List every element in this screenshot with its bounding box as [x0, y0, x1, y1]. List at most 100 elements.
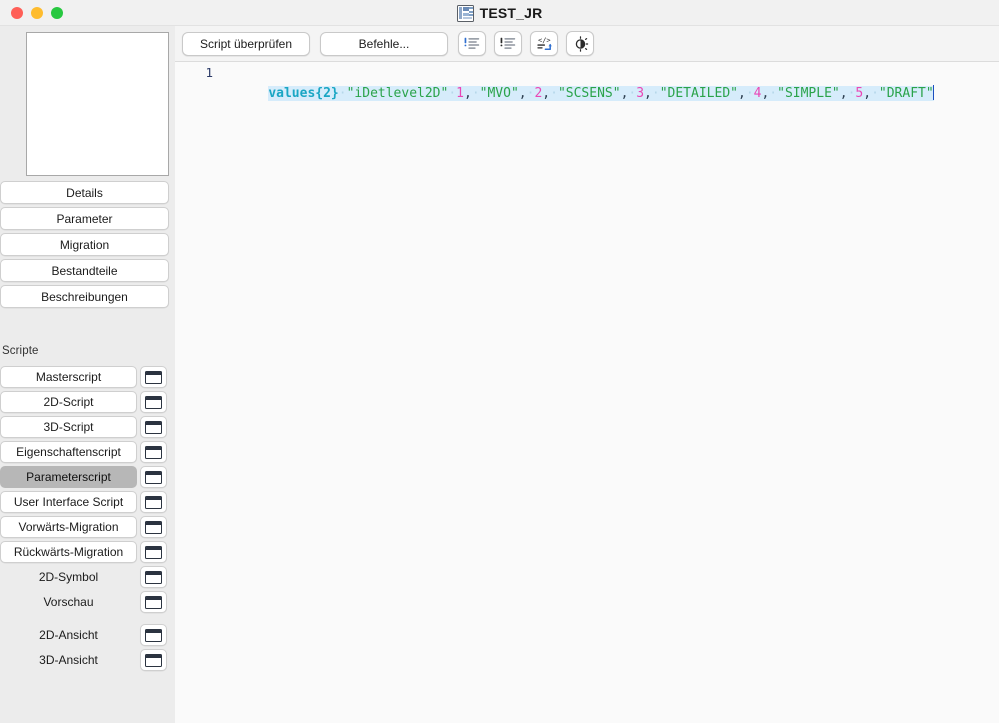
- window-titlebar: TEST_JR: [0, 0, 999, 26]
- window-icon: [145, 653, 162, 667]
- close-button[interactable]: [11, 6, 23, 19]
- window-icon: [145, 628, 162, 642]
- window-title-group: TEST_JR: [0, 0, 999, 26]
- window-icon: [145, 395, 162, 409]
- open-vorwaerts-migration-button[interactable]: [140, 516, 167, 538]
- window-icon: [145, 570, 162, 584]
- open-2d-ansicht-button[interactable]: [140, 624, 167, 646]
- code-token-str: "DRAFT": [878, 86, 934, 101]
- open-parameterscript-button[interactable]: [140, 466, 167, 488]
- code-editor[interactable]: 1 values{2}·"iDetlevel2D"·1,·"MVO",·2,·"…: [175, 62, 999, 723]
- code-token-num: 1: [456, 86, 464, 101]
- script-item-2d-script[interactable]: 2D-Script: [0, 391, 137, 413]
- sidebar-tab-list: Details Parameter Migration Bestandteile…: [0, 181, 169, 311]
- code-token-pun: ,: [464, 86, 472, 101]
- code-token-str: "SIMPLE": [777, 86, 840, 101]
- list-item: 3D-Ansicht: [0, 649, 175, 671]
- code-token-dot: ·: [550, 86, 558, 101]
- code-token-dot: ·: [651, 86, 660, 101]
- line-number-gutter: 1: [175, 62, 219, 723]
- list-item: Vorschau: [0, 591, 175, 613]
- open-masterscript-button[interactable]: [140, 366, 167, 388]
- maximize-button[interactable]: [51, 6, 63, 19]
- list-item: User Interface Script: [0, 491, 175, 513]
- list-item: Parameterscript: [0, 466, 175, 488]
- tab-details[interactable]: Details: [0, 181, 169, 204]
- open-3d-script-button[interactable]: [140, 416, 167, 438]
- code-tokens: values{2}·"iDetlevel2D"·1,·"MVO",·2,·"SC…: [268, 86, 933, 101]
- code-token-dot: ·: [471, 86, 480, 101]
- window-icon: [145, 595, 162, 609]
- code-token-pun: ,: [737, 86, 746, 101]
- code-line-1[interactable]: values{2}·"iDetlevel2D"·1,·"MVO",·2,·"SC…: [237, 65, 935, 122]
- code-token-dot: ·: [871, 86, 879, 101]
- code-token-dot: ·: [745, 86, 754, 101]
- code-token-str: "SCSENS": [557, 86, 621, 101]
- tab-migration[interactable]: Migration: [0, 233, 169, 256]
- text-caret: [932, 85, 935, 100]
- window-title: TEST_JR: [479, 5, 543, 21]
- list-item: Vorwärts-Migration: [0, 516, 175, 538]
- code-token-str: "MVO": [479, 86, 519, 101]
- code-token-str: "DETAILED": [659, 86, 738, 101]
- script-item-user-interface-script[interactable]: User Interface Script: [0, 491, 137, 513]
- window-icon: [145, 470, 162, 484]
- script-item-3d-script[interactable]: 3D-Script: [0, 416, 137, 438]
- code-format-icon[interactable]: </>: [530, 31, 558, 56]
- preview-thumbnail[interactable]: [26, 32, 169, 176]
- tab-bestandteile[interactable]: Bestandteile: [0, 259, 169, 282]
- script-list: Masterscript 2D-Script 3D-Script Eigensc…: [0, 366, 175, 674]
- script-item-2d-symbol[interactable]: 2D-Symbol: [0, 566, 137, 588]
- commands-button[interactable]: Befehle...: [320, 31, 448, 56]
- list-item: 2D-Script: [0, 391, 175, 413]
- open-vorschau-button[interactable]: [140, 591, 167, 613]
- script-item-masterscript[interactable]: Masterscript: [0, 366, 137, 388]
- script-item-vorwaerts-migration[interactable]: Vorwärts-Migration: [0, 516, 137, 538]
- window-icon: [145, 520, 162, 534]
- editor-toolbar: Script überprüfen Befehle... </>: [175, 26, 999, 62]
- error-list-dark-icon[interactable]: [494, 31, 522, 56]
- svg-text:</>: </>: [538, 37, 551, 45]
- window-icon: [145, 495, 162, 509]
- list-item: Masterscript: [0, 366, 175, 388]
- code-token-num: 3: [636, 86, 645, 101]
- error-list-blue-icon[interactable]: [458, 31, 486, 56]
- open-rueckwaerts-migration-button[interactable]: [140, 541, 167, 563]
- script-item-vorschau[interactable]: Vorschau: [0, 591, 137, 613]
- scripts-section-label: Scripte: [2, 345, 39, 357]
- tab-parameter[interactable]: Parameter: [0, 207, 169, 230]
- script-item-parameterscript[interactable]: Parameterscript: [0, 466, 137, 488]
- list-divider: [0, 616, 175, 624]
- script-item-rueckwaerts-migration[interactable]: Rückwärts-Migration: [0, 541, 137, 563]
- code-token-kw: values{2}: [268, 86, 339, 101]
- script-item-3d-ansicht[interactable]: 3D-Ansicht: [0, 649, 137, 671]
- tab-beschreibungen[interactable]: Beschreibungen: [0, 285, 169, 308]
- script-item-eigenschaftenscript[interactable]: Eigenschaftenscript: [0, 441, 137, 463]
- window-icon: [145, 545, 162, 559]
- code-token-str: "iDetlevel2D": [346, 86, 449, 101]
- window-icon: [145, 420, 162, 434]
- list-item: 3D-Script: [0, 416, 175, 438]
- list-item: Eigenschaftenscript: [0, 441, 175, 463]
- list-item: 2D-Symbol: [0, 566, 175, 588]
- open-2d-script-button[interactable]: [140, 391, 167, 413]
- code-token-pun: ,: [863, 86, 872, 101]
- left-sidebar: Details Parameter Migration Bestandteile…: [0, 26, 175, 723]
- list-item: 2D-Ansicht: [0, 624, 175, 646]
- open-3d-ansicht-button[interactable]: [140, 649, 167, 671]
- minimize-button[interactable]: [31, 6, 43, 19]
- brightness-contrast-icon[interactable]: [566, 31, 594, 56]
- line-number: 1: [205, 65, 213, 80]
- check-script-button[interactable]: Script überprüfen: [182, 31, 310, 56]
- window-icon: [145, 445, 162, 459]
- script-item-2d-ansicht[interactable]: 2D-Ansicht: [0, 624, 137, 646]
- open-user-interface-script-button[interactable]: [140, 491, 167, 513]
- open-2d-symbol-button[interactable]: [140, 566, 167, 588]
- window-icon: [145, 370, 162, 384]
- code-token-pun: ,: [644, 86, 652, 101]
- list-item: Rückwärts-Migration: [0, 541, 175, 563]
- open-eigenschaftenscript-button[interactable]: [140, 441, 167, 463]
- window-controls: [0, 6, 63, 19]
- code-token-dot: ·: [769, 86, 778, 101]
- code-token-pun: ,: [518, 86, 527, 101]
